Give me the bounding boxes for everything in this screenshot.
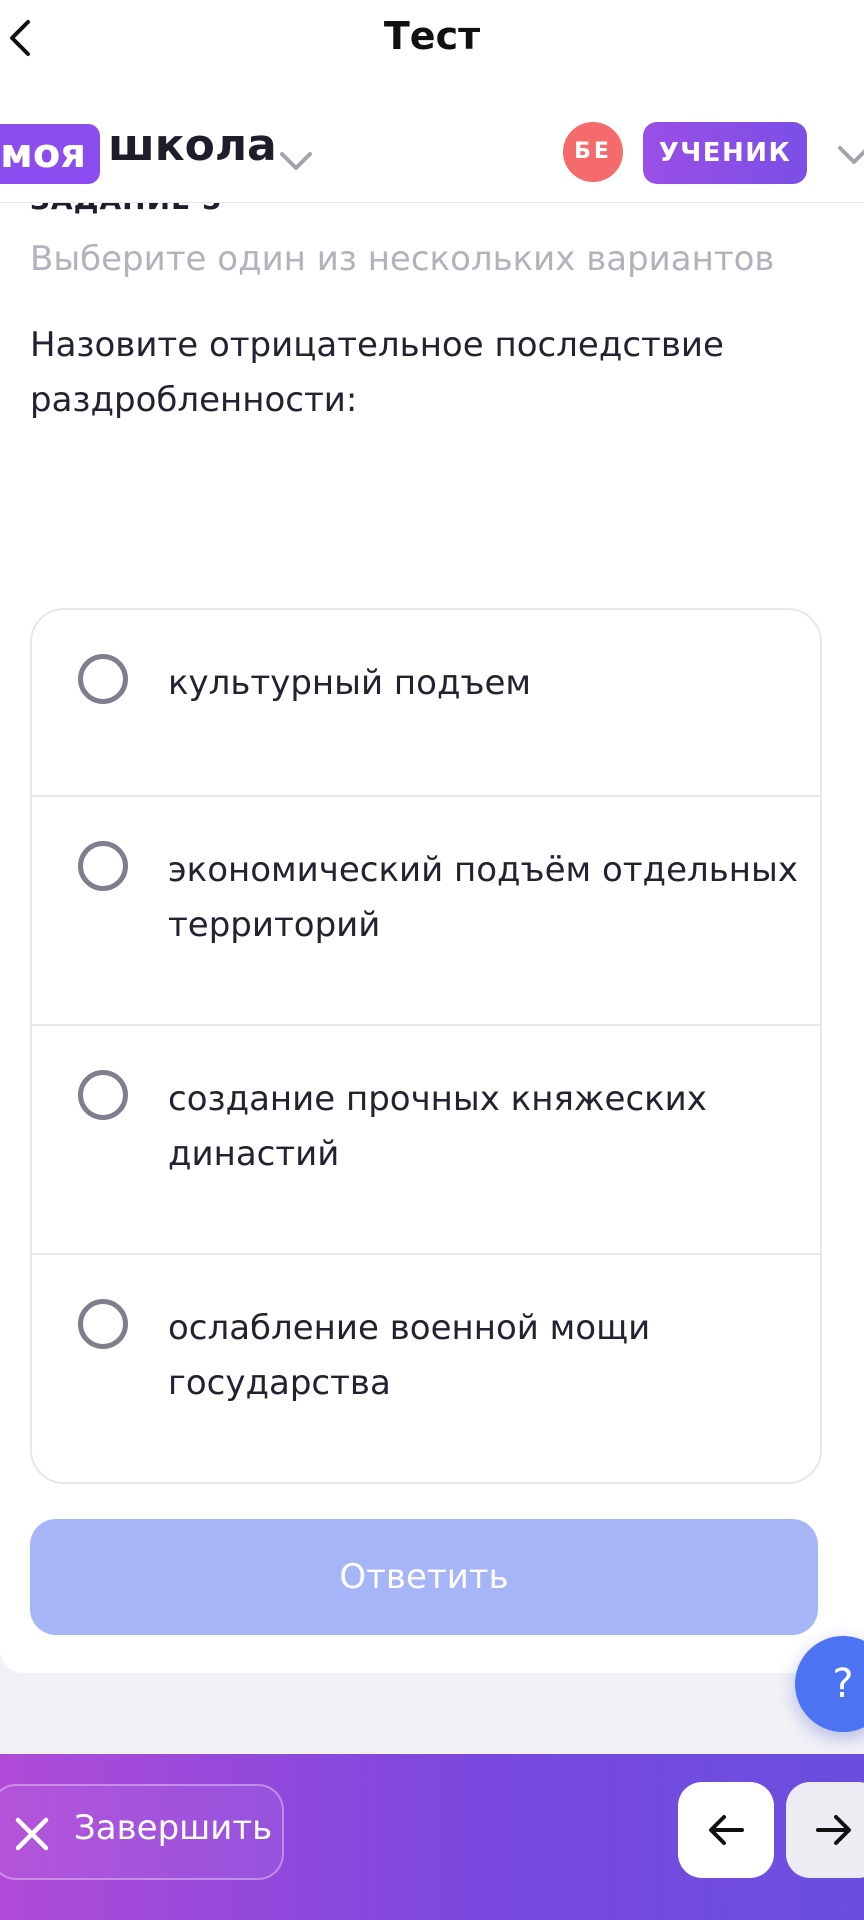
prev-button[interactable] [678,1782,774,1878]
finish-label: Завершить [74,1808,273,1848]
school-dropdown-toggle[interactable] [276,144,316,180]
task-hint: Выберите один из нескольких вариантов [30,239,775,279]
finish-button[interactable]: Завершить [0,1784,284,1880]
task-label: ЗАДАНИЕ 5 [30,203,222,216]
radio-button[interactable] [78,654,128,704]
app-header: моя школа БЕ УЧЕНИК [0,80,864,204]
question-text: Назовите отрицательное последствие раздр… [30,325,724,420]
submit-button[interactable]: Ответить [30,1519,818,1635]
task-label-clip: ЗАДАНИЕ 5 [0,203,864,223]
page-title: Тест [383,14,481,58]
bottom-bar: Завершить [0,1754,864,1920]
radio-button[interactable] [78,841,128,891]
option-label: ослабление военной мощи государства [168,1308,651,1403]
role-dropdown-toggle[interactable] [834,138,864,174]
answer-options: культурный подъем экономический подъём о… [30,608,822,1484]
answer-option[interactable]: экономический подъём отдельных территори… [32,797,820,1026]
logo-text: школа [108,120,277,171]
chevron-down-icon [280,152,312,170]
logo-badge: моя [0,124,100,184]
close-icon [15,1817,49,1851]
arrow-right-icon [816,1815,851,1845]
arrow-left-icon [709,1815,744,1845]
task-card: ЗАДАНИЕ 5 Выберите один из нескольких ва… [0,203,864,1673]
role-badge[interactable]: УЧЕНИК [643,122,807,184]
radio-button[interactable] [78,1070,128,1120]
chevron-down-icon [838,146,864,164]
avatar[interactable]: БЕ [563,122,623,182]
answer-option[interactable]: ослабление военной мощи государства [32,1255,820,1482]
radio-button[interactable] [78,1299,128,1349]
option-label: культурный подъем [168,663,532,703]
option-label: создание прочных княжеских династий [168,1079,707,1174]
answer-option[interactable]: создание прочных княжеских династий [32,1026,820,1255]
answer-option[interactable]: культурный подъем [32,610,820,797]
top-nav-bar: Тест [0,0,864,80]
option-label: экономический подъём отдельных территори… [168,850,798,945]
next-button[interactable] [786,1782,864,1878]
